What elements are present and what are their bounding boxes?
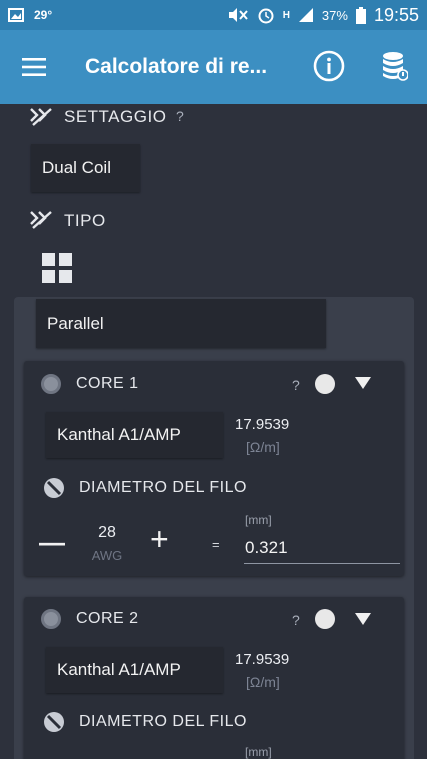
core-1-diameter-icon	[44, 478, 64, 498]
setup-type-value: Dual Coil	[42, 158, 111, 177]
info-icon	[313, 50, 345, 82]
coil-icon	[30, 108, 52, 126]
core-1-help-button[interactable]: ?	[292, 377, 300, 393]
core-2-material-value: Kanthal A1/AMP	[57, 660, 181, 679]
temperature-text: 29°	[34, 8, 53, 22]
app-bar: Calcolatore di re...	[0, 30, 427, 104]
page-title: Calcolatore di re...	[85, 55, 268, 78]
clock-text: 19:55	[373, 4, 419, 25]
info-button[interactable]	[310, 47, 348, 85]
battery-percent-text: 37%	[321, 7, 348, 23]
network-type-text: H	[282, 9, 290, 21]
core-2-diameter-label: DIAMETRO DEL FILO	[79, 713, 247, 730]
mute-icon	[228, 8, 248, 22]
tipo-label: TIPO	[64, 211, 106, 230]
core-2-label: CORE 2	[76, 610, 139, 627]
core-2-toggle[interactable]	[315, 609, 335, 629]
signal-icon	[298, 8, 313, 22]
settaggio-label: SETTAGGIO	[64, 107, 167, 126]
core-1-awg-value: 28	[98, 524, 116, 541]
core-1-expand-icon[interactable]	[355, 377, 371, 389]
core-2-mm-unit: [mm]	[245, 745, 272, 759]
coil-type-select[interactable]: Parallel	[36, 299, 326, 348]
core-2-radio[interactable]	[41, 609, 61, 629]
database-icon	[383, 52, 408, 81]
core-1-awg-unit: AWG	[91, 548, 123, 563]
core-1-material-value: Kanthal A1/AMP	[57, 425, 181, 444]
coil-type-icon	[30, 211, 52, 229]
core-2-help-button[interactable]: ?	[292, 612, 300, 628]
core-1-increase-button[interactable]: +	[150, 523, 169, 555]
battery-icon	[355, 6, 366, 24]
core-1-decrease-button[interactable]: —	[39, 527, 65, 558]
image-notification-icon	[8, 8, 24, 22]
alarm-icon	[258, 8, 274, 24]
core-2-diameter-icon	[44, 712, 64, 732]
core-1-toggle[interactable]	[315, 374, 335, 394]
core-1-mm-unit: [mm]	[245, 513, 272, 527]
coil-type-value: Parallel	[47, 313, 104, 333]
settaggio-help-button[interactable]: ?	[176, 108, 184, 124]
hamburger-menu-icon	[22, 58, 46, 76]
setup-type-select[interactable]: Dual Coil	[31, 144, 140, 192]
core-2-material-select[interactable]: Kanthal A1/AMP	[46, 647, 223, 693]
core-1-resistance-value: 17.9539	[235, 416, 290, 433]
core-1-resistance-unit: [Ω/m]	[246, 439, 280, 455]
grid-view-icon[interactable]	[42, 253, 72, 283]
core-1-label: CORE 1	[76, 375, 139, 392]
core-1-diameter-input[interactable]: 0.321	[244, 538, 400, 564]
core-1-radio[interactable]	[41, 374, 61, 394]
core-1-equals-sign: =	[212, 537, 220, 552]
core-2-resistance-value: 17.9539	[235, 651, 290, 668]
core-1-diameter-label: DIAMETRO DEL FILO	[79, 479, 247, 496]
status-bar: 29° H 37% 19:55	[0, 0, 427, 30]
database-button[interactable]	[378, 47, 412, 85]
core-2-expand-icon[interactable]	[355, 613, 371, 625]
menu-button[interactable]	[0, 30, 68, 104]
core-1-material-select[interactable]: Kanthal A1/AMP	[46, 412, 223, 458]
core-2-resistance-unit: [Ω/m]	[246, 674, 280, 690]
